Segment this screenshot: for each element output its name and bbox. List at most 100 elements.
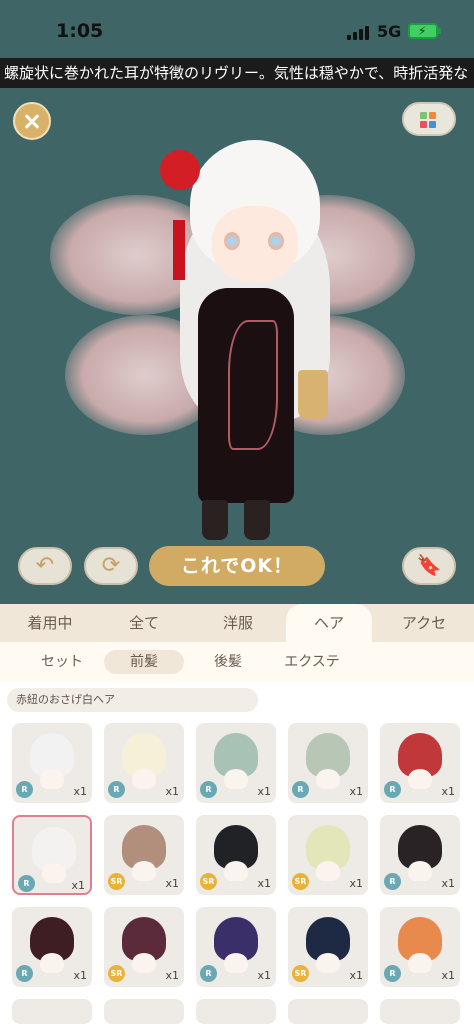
mannequin-bust — [132, 953, 156, 973]
selected-item-name: 赤紐のおさげ白ヘア — [7, 688, 258, 712]
rarity-badge: SR — [108, 965, 125, 982]
item-quantity: x1 — [349, 877, 363, 890]
item-quantity: x1 — [73, 785, 87, 798]
item-quantity: x1 — [257, 877, 271, 890]
rarity-badge: R — [16, 965, 33, 982]
avatar-character — [120, 120, 360, 550]
confirm-button[interactable]: これでOK！ — [149, 546, 325, 586]
mannequin-bust — [224, 769, 248, 789]
status-time: 1:05 — [56, 20, 104, 42]
hair-item-card[interactable]: SR x1 — [288, 815, 368, 895]
hair-item-card-partial[interactable] — [380, 999, 460, 1024]
close-button[interactable] — [13, 102, 51, 140]
tab-wearing[interactable]: 着用中 — [0, 604, 100, 642]
bookmark-button[interactable]: 🔖 — [402, 547, 456, 585]
tab-clothes[interactable]: 洋服 — [190, 604, 286, 642]
rotate-icon: ⟳ — [101, 553, 121, 578]
hair-item-card[interactable]: Rx1 — [12, 907, 92, 987]
subtab-bangs[interactable]: 前髪 — [104, 650, 184, 674]
hair-item-card-partial[interactable] — [288, 999, 368, 1024]
item-quantity: x1 — [165, 969, 179, 982]
bookmark-icon: 🔖 — [416, 553, 442, 577]
item-quantity: x1 — [441, 969, 455, 982]
rarity-badge: R — [384, 873, 401, 890]
rarity-badge: R — [384, 781, 401, 798]
subtab-extensions[interactable]: エクステ — [270, 650, 354, 674]
rarity-badge: R — [200, 781, 217, 798]
bubble-tea — [298, 370, 328, 420]
undo-icon: ↶ — [35, 553, 55, 578]
item-quantity: x1 — [349, 969, 363, 982]
avatar-eye-right — [268, 232, 284, 250]
mannequin-bust — [316, 769, 340, 789]
hair-flower — [160, 150, 200, 190]
hair-item-card[interactable]: SR x1 — [104, 907, 184, 987]
hair-item-card[interactable]: Rx1 — [12, 815, 92, 895]
rarity-badge: SR — [292, 965, 309, 982]
mannequin-bust — [42, 863, 66, 883]
dress-pattern — [228, 320, 278, 450]
mannequin-bust — [408, 769, 432, 789]
color-grid-button[interactable] — [402, 102, 456, 136]
mannequin-bust — [316, 953, 340, 973]
mannequin-bust — [224, 953, 248, 973]
item-quantity: x1 — [349, 785, 363, 798]
hair-item-card[interactable]: Rx1 — [380, 723, 460, 803]
avatar-eye-left — [224, 232, 240, 250]
tab-accessories[interactable]: アクセ — [376, 604, 472, 642]
item-quantity: x1 — [441, 785, 455, 798]
subtab-set[interactable]: セット — [22, 650, 102, 674]
description-marquee: 螺旋状に巻かれた耳が特徴のリヴリー。気性は穏やかで、時折活発な — [0, 58, 474, 88]
undo-button[interactable]: ↶ — [18, 547, 72, 585]
hair-item-card[interactable]: SR x1 — [196, 815, 276, 895]
avatar-stage: 1:05 5G ⚡ 螺旋状に巻かれた耳が特徴のリヴリー。気性は穏やかで、時折活発… — [0, 0, 474, 604]
rarity-badge: SR — [200, 873, 217, 890]
avatar-leg-right — [244, 500, 270, 540]
mannequin-bust — [408, 861, 432, 881]
hair-item-card-partial[interactable] — [104, 999, 184, 1024]
rarity-badge: R — [384, 965, 401, 982]
item-quantity: x1 — [441, 877, 455, 890]
item-quantity: x1 — [257, 969, 271, 982]
tab-all[interactable]: 全て — [96, 604, 192, 642]
hair-item-card[interactable]: Rx1 — [104, 723, 184, 803]
hair-item-card[interactable]: Rx1 — [196, 907, 276, 987]
mannequin-bust — [224, 861, 248, 881]
item-quantity: x1 — [165, 877, 179, 890]
mannequin-bust — [132, 769, 156, 789]
subtab-back-hair[interactable]: 後髪 — [188, 650, 268, 674]
item-quantity: x1 — [73, 969, 87, 982]
status-bar: 1:05 5G ⚡ — [0, 0, 474, 58]
network-label: 5G — [377, 22, 402, 41]
hair-item-card[interactable]: SR x1 — [104, 815, 184, 895]
battery-icon: ⚡ — [408, 23, 441, 39]
hair-item-card-partial[interactable] — [12, 999, 92, 1024]
rarity-badge: R — [200, 965, 217, 982]
rarity-badge: SR — [108, 873, 125, 890]
tab-hair[interactable]: ヘア — [286, 604, 372, 642]
rarity-badge: R — [16, 781, 33, 798]
signal-icon — [347, 26, 369, 40]
mannequin-bust — [40, 953, 64, 973]
rarity-badge: R — [18, 875, 35, 892]
mannequin-bust — [40, 769, 64, 789]
hair-tassel — [173, 220, 185, 280]
main-tabs: 着用中 全て 洋服 ヘア アクセ — [0, 604, 474, 642]
color-grid-icon — [420, 112, 427, 119]
hair-item-card[interactable]: Rx1 — [196, 723, 276, 803]
hair-item-card[interactable]: Rx1 — [12, 723, 92, 803]
item-quantity: x1 — [257, 785, 271, 798]
rarity-badge: R — [292, 781, 309, 798]
mannequin-bust — [408, 953, 432, 973]
hair-item-card-partial[interactable] — [196, 999, 276, 1024]
hair-item-card[interactable]: Rx1 — [380, 907, 460, 987]
rotate-button[interactable]: ⟳ — [84, 547, 138, 585]
mannequin-bust — [132, 861, 156, 881]
hair-item-card[interactable]: SR x1 — [288, 907, 368, 987]
mannequin-bust — [316, 861, 340, 881]
hair-item-card[interactable]: Rx1 — [380, 815, 460, 895]
avatar-leg-left — [202, 500, 228, 540]
rarity-badge: SR — [292, 873, 309, 890]
rarity-badge: R — [108, 781, 125, 798]
hair-item-card[interactable]: Rx1 — [288, 723, 368, 803]
